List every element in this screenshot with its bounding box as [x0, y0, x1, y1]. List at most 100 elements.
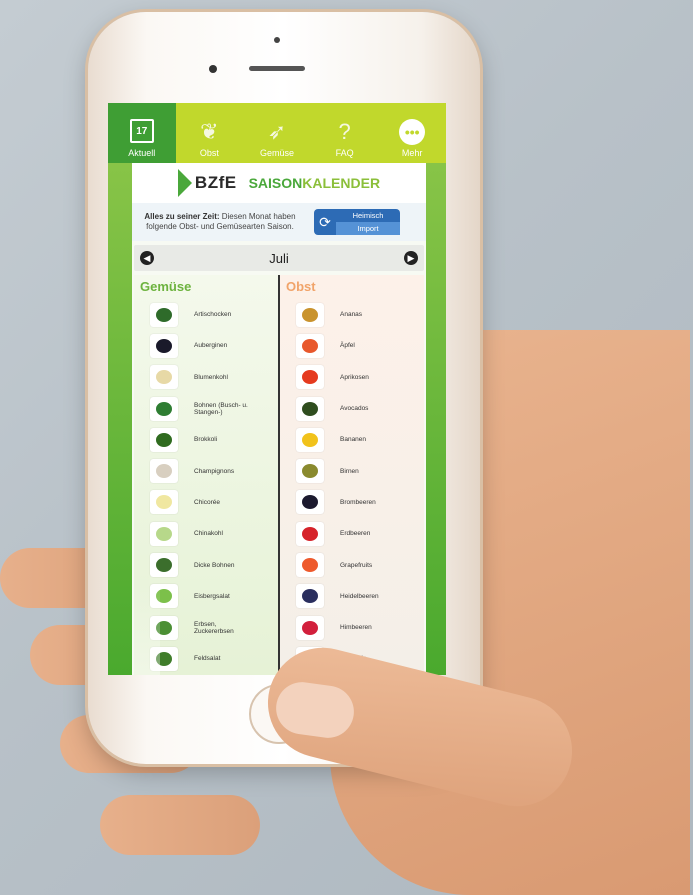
grass-decoration — [134, 575, 160, 675]
list-item[interactable]: Brokkoli — [134, 424, 278, 455]
item-label: Chinakohl — [194, 530, 223, 538]
item-image-shape — [302, 589, 318, 604]
previous-month-icon[interactable]: ◀ — [140, 251, 154, 265]
list-item[interactable]: Bananen — [280, 424, 424, 455]
item-image-shape — [156, 338, 172, 353]
app-title: SAISONKALENDER — [249, 175, 380, 191]
item-image-shape — [156, 464, 172, 479]
list-item[interactable]: Blumenkohl — [134, 362, 278, 393]
item-image-shape — [156, 526, 172, 541]
toggle-import[interactable]: Import — [336, 222, 400, 235]
item-image-shape — [302, 620, 318, 635]
vegetables-header: Gemüse — [140, 279, 192, 294]
item-image — [150, 521, 178, 546]
item-image-shape — [302, 495, 318, 510]
proximity-sensor — [274, 37, 280, 43]
calendar-icon: 17 — [129, 119, 154, 143]
list-item[interactable]: Avocados — [280, 393, 424, 424]
item-label: Erdbeeren — [340, 530, 371, 538]
item-image-shape — [302, 370, 318, 385]
list-item[interactable]: Chinakohl — [134, 518, 278, 549]
item-label: Feldsalat — [194, 655, 221, 663]
month-label: Juli — [269, 250, 289, 266]
item-label: Brombeeren — [340, 498, 376, 506]
tab-faq[interactable]: ? FAQ — [311, 103, 379, 163]
origin-toggle[interactable]: ⟳ Heimisch Import — [314, 209, 400, 235]
front-camera — [209, 65, 217, 73]
item-image-shape — [302, 526, 318, 541]
item-label: Chicorée — [194, 498, 221, 506]
item-image — [296, 396, 324, 421]
item-image-shape — [302, 464, 318, 479]
item-label: Ananas — [340, 311, 363, 319]
item-label: Bananen — [340, 436, 367, 444]
item-image-shape — [156, 307, 172, 322]
list-item[interactable]: Äpfel — [280, 330, 424, 361]
list-item[interactable]: Ananas — [280, 299, 424, 330]
next-month-icon[interactable]: ▶ — [403, 251, 418, 265]
item-image — [150, 302, 178, 327]
item-image — [296, 584, 324, 609]
list-item[interactable]: Aprikosen — [280, 362, 424, 393]
tab-bar: 17 Aktuell ❦ Obst ➶ Gemüse ? FAQ ••• Meh… — [108, 103, 446, 163]
item-label: Dicke Bohnen — [194, 561, 235, 569]
main-content: BZfE SAISONKALENDER Alles zu seiner Zeit… — [132, 163, 426, 675]
season-columns: Gemüse Artischocken Auberginen Blumenkohl B… — [134, 275, 424, 675]
item-label: Avocados — [340, 405, 369, 413]
swap-icon: ⟳ — [319, 213, 331, 230]
item-image-shape — [302, 558, 318, 573]
item-label: Blumenkohl — [194, 373, 228, 381]
item-label: Äpfel — [340, 342, 355, 350]
info-bold: Alles zu seiner Zeit: — [144, 212, 220, 221]
tab-label: Aktuell — [128, 148, 156, 158]
item-image — [296, 459, 324, 484]
list-item[interactable]: Champignons — [134, 455, 278, 486]
item-label: Auberginen — [194, 342, 228, 350]
list-item[interactable]: Artischocken — [134, 299, 278, 330]
tab-aktuell[interactable]: 17 Aktuell — [108, 103, 176, 163]
item-image — [150, 365, 178, 390]
item-image-shape — [156, 558, 172, 573]
item-image — [150, 553, 178, 578]
list-item[interactable]: Auberginen — [134, 330, 278, 361]
fruits-column: Obst Ananas Äpfel Aprikosen Avocados Bananen… — [280, 275, 424, 675]
list-item[interactable]: Birnen — [280, 455, 424, 486]
tab-obst[interactable]: ❦ Obst — [176, 103, 244, 163]
item-image — [150, 333, 178, 358]
item-image — [296, 615, 324, 640]
fruits-header: Obst — [286, 279, 316, 294]
item-label: Artischocken — [194, 311, 232, 319]
item-image — [150, 459, 178, 484]
more-icon: ••• — [399, 119, 426, 145]
app-screen: 17 Aktuell ❦ Obst ➶ Gemüse ? FAQ ••• Meh… — [108, 103, 446, 675]
month-selector: ◀ Juli ▶ — [134, 245, 424, 271]
list-item[interactable]: Brombeeren — [280, 487, 424, 518]
info-bar: Alles zu seiner Zeit: Diesen Monat haben… — [132, 203, 426, 241]
list-item[interactable]: Heidelbeeren — [280, 581, 424, 612]
item-label: Bohnen (Busch- u. Stangen-) — [194, 401, 248, 416]
item-image — [150, 490, 178, 515]
item-label: Champignons — [194, 467, 235, 475]
item-label: Brokkoli — [194, 436, 218, 444]
tab-gemuese[interactable]: ➶ Gemüse — [243, 103, 311, 163]
brand-header: BZfE SAISONKALENDER — [132, 163, 426, 203]
tab-mehr[interactable]: ••• Mehr — [378, 103, 446, 163]
carrot-icon: ➶ — [267, 119, 287, 144]
item-image — [296, 427, 324, 452]
item-image — [296, 521, 324, 546]
list-item[interactable]: Erdbeeren — [280, 518, 424, 549]
item-image — [296, 302, 324, 327]
item-label: Grapefruits — [340, 561, 373, 569]
list-item[interactable]: Bohnen (Busch- u. Stangen-) — [134, 393, 278, 424]
item-label: Eisbergsalat — [194, 592, 230, 600]
item-image-shape — [156, 370, 172, 385]
item-image-shape — [302, 338, 318, 353]
tab-label: Gemüse — [259, 148, 294, 158]
item-image — [296, 490, 324, 515]
toggle-heimisch[interactable]: Heimisch — [336, 209, 400, 222]
list-item[interactable]: Himbeeren — [280, 612, 424, 643]
list-item[interactable]: Chicorée — [134, 487, 278, 518]
item-image — [150, 396, 178, 421]
list-item[interactable]: Grapefruits — [280, 549, 424, 580]
item-image-shape — [156, 495, 172, 510]
